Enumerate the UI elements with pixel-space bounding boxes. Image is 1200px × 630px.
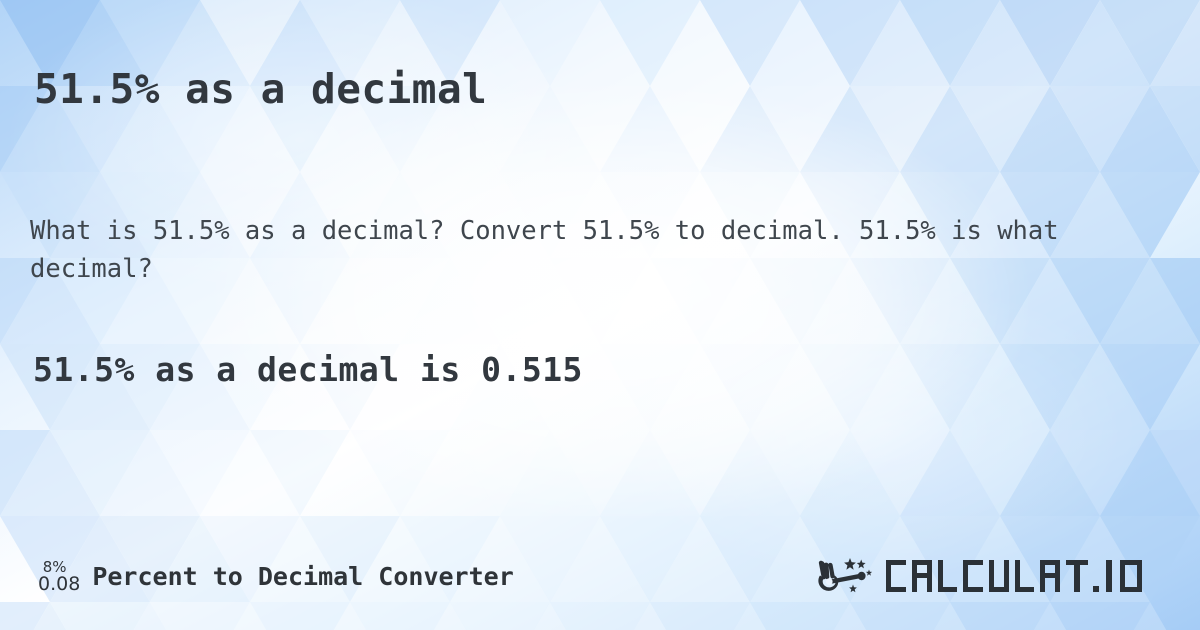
page-description: What is 51.5% as a decimal? Convert 51.5… xyxy=(30,215,1059,284)
brand-wordmark xyxy=(886,560,1142,592)
answer-statement: 51.5% as a decimal is 0.515 xyxy=(33,350,583,389)
footer-left-group: 8% 0.08 Percent to Decimal Converter xyxy=(34,548,514,604)
card-content: 51.5% as a decimal What is 51.5% as a de… xyxy=(0,0,1200,630)
brand-logo[interactable] xyxy=(816,550,1184,602)
share-card: 51.5% as a decimal What is 51.5% as a de… xyxy=(0,0,1200,630)
page-title: 51.5% as a decimal xyxy=(34,65,488,114)
footer: 8% 0.08 Percent to Decimal Converter xyxy=(0,548,1200,608)
hand-holding-magic-wand-icon xyxy=(818,558,873,593)
percent-to-decimal-icon: 8% 0.08 xyxy=(34,558,80,595)
percent-to-decimal-icon-bottom: 0.08 xyxy=(38,572,81,595)
footer-tool-label: Percent to Decimal Converter xyxy=(92,561,514,591)
